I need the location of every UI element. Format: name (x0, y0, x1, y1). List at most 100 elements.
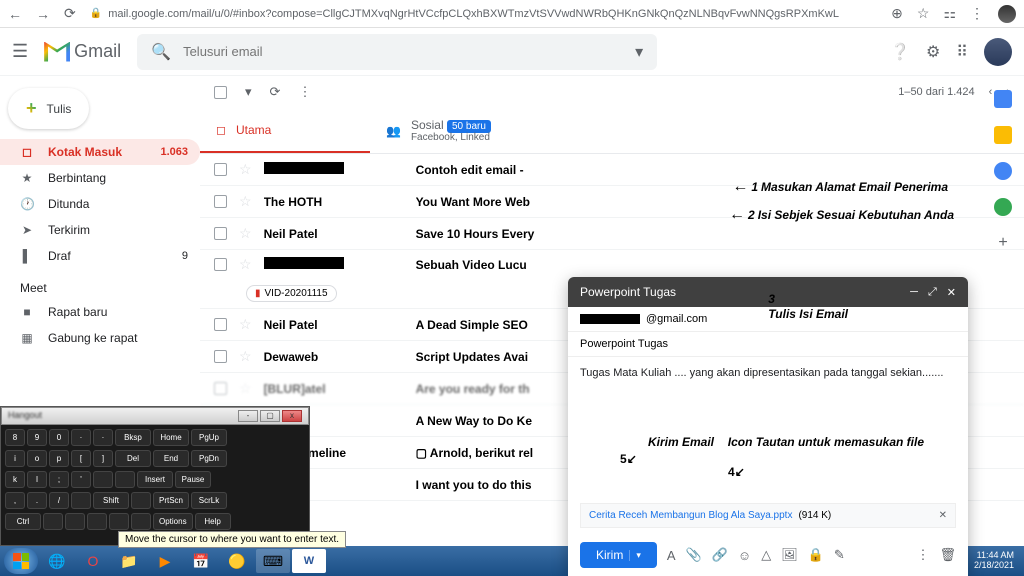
emoji-icon[interactable]: ☺ (738, 548, 751, 563)
sidebar-item-new-meeting[interactable]: ■ Rapat baru (0, 299, 200, 325)
start-button[interactable] (4, 548, 38, 574)
expand-icon[interactable]: ⤢ (928, 286, 937, 299)
key-blank[interactable] (93, 471, 113, 488)
key-8[interactable]: 8 (5, 429, 25, 446)
key-Bksp[interactable]: Bksp (115, 429, 151, 446)
sidebar-item-join-meeting[interactable]: ▦ Gabung ke rapat (0, 325, 200, 351)
system-tray[interactable]: 11:44 AM 2/18/2021 (974, 551, 1020, 571)
more-icon[interactable]: ⋮ (298, 84, 311, 100)
row-checkbox[interactable] (214, 258, 227, 271)
key-Options[interactable]: Options (153, 513, 193, 530)
key-.[interactable]: . (27, 492, 47, 509)
compose-attachment[interactable]: Cerita Receh Membangun Blog Ala Saya.ppt… (580, 503, 956, 528)
send-dropdown-icon[interactable]: ▾ (629, 550, 641, 561)
key-Pause[interactable]: Pause (175, 471, 211, 488)
keep-icon[interactable] (994, 126, 1012, 144)
search-box[interactable]: 🔍 ▾ (137, 34, 657, 70)
key-blank[interactable] (131, 513, 151, 530)
hamburger-icon[interactable]: ☰ (12, 41, 28, 62)
task-ie-icon[interactable]: 🌐 (40, 549, 74, 573)
key-/[interactable]: / (49, 492, 69, 509)
contacts-icon[interactable] (994, 198, 1012, 216)
key-o[interactable]: o (27, 450, 47, 467)
row-checkbox[interactable] (214, 195, 227, 208)
star-icon[interactable]: ☆ (239, 256, 252, 273)
email-row[interactable]: ☆The HOTHYou Want More Web (200, 186, 1024, 218)
compose-button[interactable]: + Tulis (8, 88, 89, 129)
keyboard-titlebar[interactable]: Hangout - ▢ x (1, 407, 309, 425)
profile-avatar[interactable] (984, 38, 1012, 66)
sidebar-item-snoozed[interactable]: 🕐 Ditunda (0, 191, 200, 217)
drive-icon[interactable]: △ (761, 547, 771, 563)
star-icon[interactable]: ☆ (239, 348, 252, 365)
attach-icon[interactable]: 📎 (686, 547, 702, 563)
row-checkbox[interactable] (214, 382, 227, 395)
key-k[interactable]: k (5, 471, 25, 488)
back-icon[interactable]: ← (8, 6, 22, 22)
gear-icon[interactable]: ⚙ (926, 42, 940, 62)
key-·[interactable]: · (93, 429, 113, 446)
menu-icon[interactable]: ⋮ (970, 5, 984, 22)
calendar-icon[interactable] (994, 90, 1012, 108)
gmail-logo[interactable]: Gmail (44, 41, 121, 62)
format-icon[interactable]: A (667, 548, 676, 563)
star-icon[interactable]: ☆ (239, 193, 252, 210)
forward-icon[interactable]: → (36, 6, 50, 22)
star-icon[interactable]: ☆ (917, 5, 930, 22)
search-dropdown-icon[interactable]: ▾ (635, 42, 643, 62)
tab-primary[interactable]: ◻ Utama (200, 108, 370, 153)
row-checkbox[interactable] (214, 227, 227, 240)
key-blank[interactable] (43, 513, 63, 530)
search-icon[interactable]: ⊕ (891, 5, 903, 22)
compose-body[interactable]: Tugas Mata Kuliah .... yang akan diprese… (568, 357, 968, 497)
sidebar-item-drafts[interactable]: ▌ Draf 9 (0, 243, 200, 269)
tab-social[interactable]: 👥 Sosial 50 baru Facebook, Linked (370, 108, 540, 153)
star-icon[interactable]: ☆ (239, 380, 252, 397)
row-checkbox[interactable] (214, 318, 227, 331)
minimize-icon[interactable]: ─ (910, 286, 918, 299)
star-icon[interactable]: ☆ (239, 161, 252, 178)
search-input[interactable] (183, 44, 623, 59)
browser-avatar[interactable] (998, 5, 1016, 23)
compose-to-field[interactable]: @gmail.com (568, 307, 968, 332)
task-media-icon[interactable]: ▶ (148, 549, 182, 573)
select-all-checkbox[interactable] (214, 86, 227, 99)
remove-attachment-icon[interactable]: ✕ (939, 510, 947, 521)
key-blank[interactable] (131, 492, 151, 509)
link-icon[interactable]: 🔗 (712, 547, 728, 563)
star-icon[interactable]: ☆ (239, 225, 252, 242)
key-Shift[interactable]: Shift (93, 492, 129, 509)
key-blank[interactable] (65, 513, 85, 530)
key-Help[interactable]: Help (195, 513, 231, 530)
sidebar-item-starred[interactable]: ★ Berbintang (0, 165, 200, 191)
lock-icon[interactable]: 🔒 (808, 547, 824, 563)
select-dropdown-icon[interactable]: ▾ (245, 84, 252, 100)
key-ScrLk[interactable]: ScrLk (191, 492, 227, 509)
key-,[interactable]: , (5, 492, 25, 509)
key-Ctrl[interactable]: Ctrl (5, 513, 41, 530)
send-button[interactable]: Kirim ▾ (580, 542, 657, 568)
task-opera-icon[interactable]: O (76, 549, 110, 573)
row-checkbox[interactable] (214, 163, 227, 176)
compose-header[interactable]: Powerpoint Tugas ─ ⤢ ✕ (568, 277, 968, 307)
kbd-minimize-icon[interactable]: - (238, 410, 258, 422)
key-·[interactable]: · (71, 429, 91, 446)
email-row[interactable]: ☆Neil PatelSave 10 Hours Every (200, 218, 1024, 250)
pen-icon[interactable]: ✎ (834, 547, 845, 563)
key-][interactable]: ] (93, 450, 113, 467)
close-icon[interactable]: ✕ (947, 286, 956, 299)
extensions-icon[interactable]: ⚏ (943, 5, 956, 22)
key-9[interactable]: 9 (27, 429, 47, 446)
apps-icon[interactable]: ⠿ (956, 42, 968, 62)
kbd-maximize-icon[interactable]: ▢ (260, 410, 280, 422)
refresh-icon[interactable]: ⟳ (270, 84, 281, 100)
key-i[interactable]: i (5, 450, 25, 467)
key-PgDn[interactable]: PgDn (191, 450, 227, 467)
image-icon[interactable]: 🖼 (781, 547, 798, 563)
key-Del[interactable]: Del (115, 450, 151, 467)
reload-icon[interactable]: ⟳ (64, 5, 76, 22)
key-blank[interactable] (87, 513, 107, 530)
task-word-icon[interactable]: W (292, 549, 326, 573)
key-l[interactable]: l (27, 471, 47, 488)
key-Insert[interactable]: Insert (137, 471, 173, 488)
